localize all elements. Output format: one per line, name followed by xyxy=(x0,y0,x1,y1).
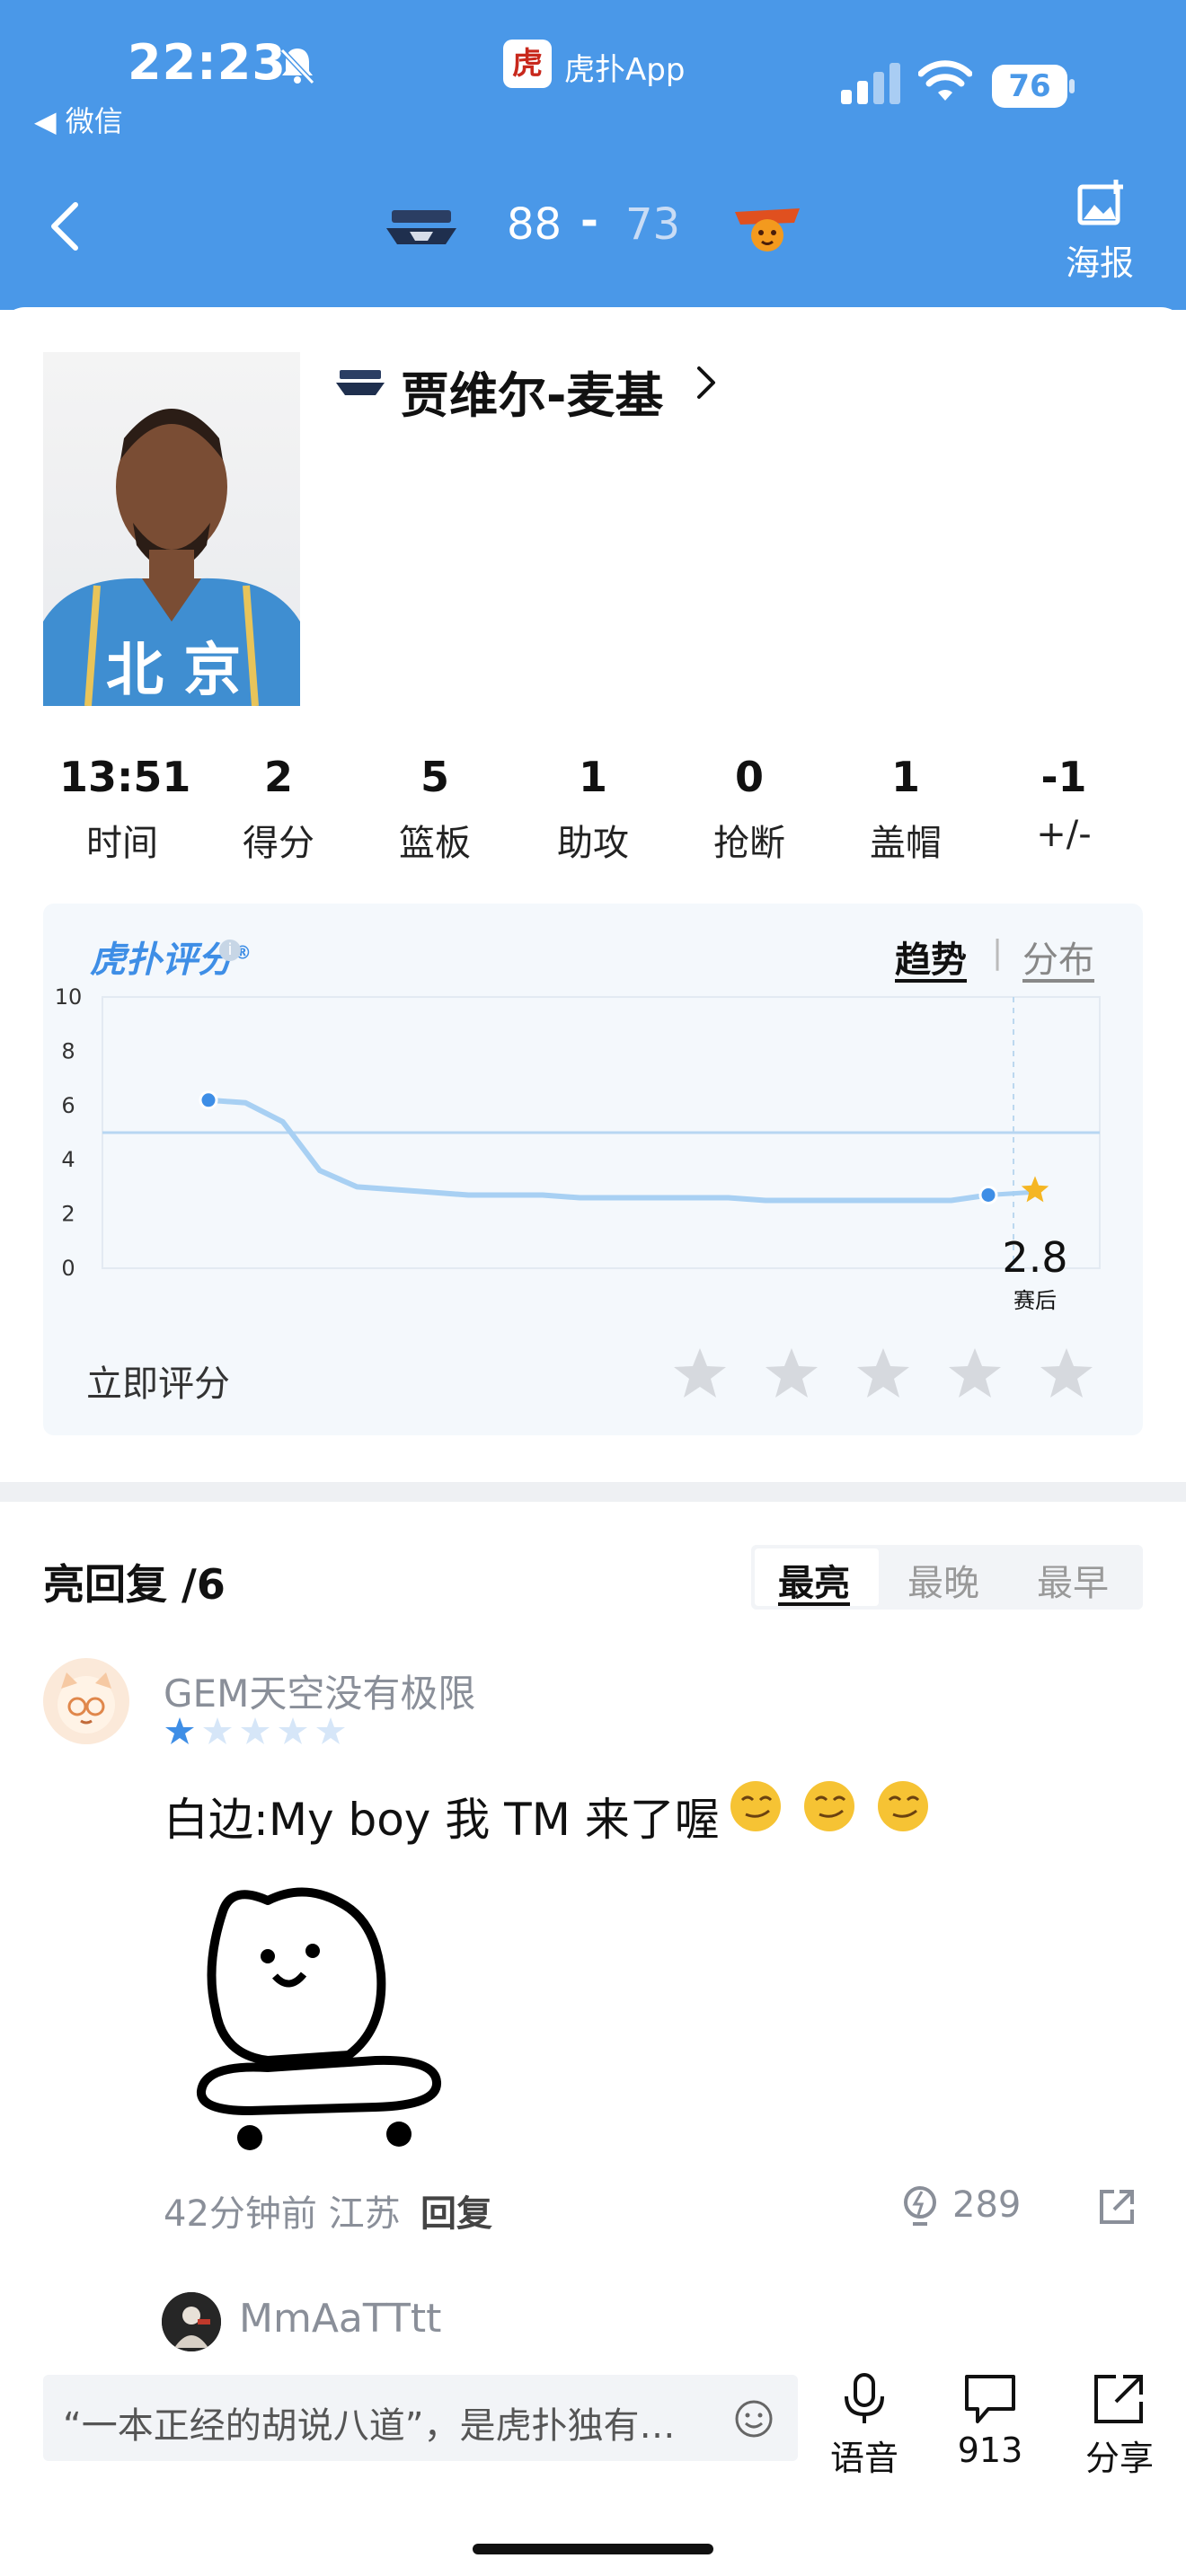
cellular-signal-icon xyxy=(841,63,900,104)
rating-logo-text: 虎扑评分 xyxy=(90,940,234,981)
stat-label: 得分 xyxy=(243,823,314,864)
poster-label[interactable]: 海报 xyxy=(1066,235,1134,285)
stat-label: 抢断 xyxy=(713,823,785,864)
avatar[interactable] xyxy=(43,1658,129,1744)
y-tick-label: 2 xyxy=(61,1202,75,1227)
back-to-wechat[interactable]: ◀ 微信 xyxy=(34,99,123,140)
y-tick-label: 0 xyxy=(61,1256,75,1281)
player-photo[interactable]: 北 京 xyxy=(43,352,300,706)
home-indicator xyxy=(473,2544,713,2554)
trend-line xyxy=(206,1097,991,1204)
stat-steals: 0 抢断 xyxy=(686,753,812,866)
wifi-icon xyxy=(918,60,972,101)
share-icon[interactable] xyxy=(1098,2188,1136,2226)
back-arrow-icon[interactable] xyxy=(47,199,83,253)
status-time: 22:23 xyxy=(128,34,287,91)
final-score-label: 赛后 xyxy=(1013,1288,1057,1313)
smirk-emoji-icon xyxy=(730,1781,781,1831)
comment-count[interactable]: 913 xyxy=(936,2430,1044,2470)
start-point xyxy=(199,1090,218,1110)
smirk-emoji-icon xyxy=(878,1781,928,1831)
info-icon[interactable]: i xyxy=(219,940,241,961)
section-divider xyxy=(0,1482,1186,1502)
away-score: 73 xyxy=(625,199,681,250)
stat-value: 2 xyxy=(263,753,293,801)
home-score: 88 xyxy=(507,199,562,250)
share-label[interactable]: 分享 xyxy=(1066,2430,1173,2480)
stat-plus-minus: -1 +/- xyxy=(1001,753,1127,855)
y-tick-label: 6 xyxy=(61,1093,75,1118)
reply-username[interactable]: GEM天空没有极限 xyxy=(164,1663,475,1718)
stat-label: 时间 xyxy=(86,823,158,864)
hupu-logo-icon: 虎 xyxy=(503,40,552,88)
bell-muted-icon xyxy=(279,48,315,85)
sort-brightest[interactable]: 最亮 xyxy=(778,1554,850,1606)
stat-value: 5 xyxy=(420,753,449,801)
player-team-logo-icon xyxy=(336,370,385,395)
emoji-smile-icon[interactable] xyxy=(733,2398,774,2439)
avatar[interactable] xyxy=(162,2292,221,2351)
tab-separator: | xyxy=(992,934,1004,971)
stat-value: -1 xyxy=(1040,753,1087,801)
battery-icon: 76 xyxy=(992,65,1076,108)
stat-minutes: 13:51 时间 xyxy=(59,753,191,866)
last-point xyxy=(978,1185,998,1204)
rate-star-2-icon[interactable] xyxy=(764,1345,819,1401)
light-bulb-icon[interactable] xyxy=(900,2184,940,2229)
rate-star-5-icon[interactable] xyxy=(1039,1345,1094,1401)
rate-now-label: 立即评分 xyxy=(86,1363,230,1405)
score-dash: - xyxy=(580,196,598,246)
stat-rebounds: 5 篮板 xyxy=(372,753,498,866)
tiger-team-logo-icon xyxy=(735,208,800,251)
comment-input-placeholder[interactable]: “一本正经的胡说八道”，是虎扑独有… xyxy=(63,2396,675,2448)
stat-label: +/- xyxy=(1036,814,1092,855)
reply-username[interactable]: MmAaTTtt xyxy=(239,2296,441,2342)
sort-latest[interactable]: 最晚 xyxy=(907,1554,979,1606)
stat-blocks: 1 盖帽 xyxy=(843,753,969,866)
share-icon[interactable] xyxy=(1091,2371,1148,2427)
stat-label: 助攻 xyxy=(557,823,629,864)
rate-star-3-icon[interactable] xyxy=(855,1345,911,1401)
reply-button[interactable]: 回复 xyxy=(420,2184,492,2236)
y-tick-label: 8 xyxy=(61,1038,75,1063)
comment-bubble-icon[interactable] xyxy=(961,2371,1019,2427)
stat-label: 篮板 xyxy=(399,823,471,864)
reply-meta: 42分钟前 江苏 xyxy=(164,2193,401,2235)
reply-text: 白边:My boy 我 TM 来了喔 xyxy=(164,1794,720,1846)
microphone-icon[interactable] xyxy=(836,2371,893,2427)
rate-star-4-icon[interactable] xyxy=(947,1345,1003,1401)
final-score-star-icon xyxy=(1021,1176,1049,1203)
cat-skateboard-sticker[interactable] xyxy=(169,1875,474,2163)
final-score-value: 2.8 xyxy=(1002,1233,1067,1282)
chevron-right-icon[interactable] xyxy=(694,363,719,402)
battery-level: 76 xyxy=(1008,68,1051,104)
smirk-emoji-icon xyxy=(804,1781,854,1831)
rate-star-1-icon[interactable] xyxy=(672,1345,728,1401)
user-rating-stars xyxy=(165,1717,345,1744)
poster-image-icon[interactable] xyxy=(1076,178,1127,228)
stat-assists: 1 助攻 xyxy=(530,753,656,866)
stat-value: 1 xyxy=(578,753,607,801)
like-count: 289 xyxy=(952,2184,1022,2226)
player-name[interactable]: 贾维尔-麦基 xyxy=(401,356,663,427)
jersey-text: 北 京 xyxy=(106,637,241,704)
voice-label[interactable]: 语音 xyxy=(810,2430,918,2480)
beijing-ducks-logo-icon xyxy=(386,210,456,244)
replies-title: 亮回复 /6 xyxy=(43,1560,226,1609)
tab-distribution[interactable]: 分布 xyxy=(1022,931,1094,983)
app-name: 虎扑App xyxy=(564,52,686,88)
stat-label: 盖帽 xyxy=(870,823,942,864)
rating-trend-chart: 0 2 4 6 8 10 2.8 赛后 xyxy=(55,984,1101,1313)
stat-value: 1 xyxy=(890,753,920,801)
stat-points: 2 得分 xyxy=(216,753,341,866)
y-tick-label: 10 xyxy=(55,984,83,1010)
stat-value: 13:51 xyxy=(59,753,191,801)
tab-trend[interactable]: 趋势 xyxy=(895,931,967,983)
y-tick-label: 4 xyxy=(61,1147,75,1172)
sort-earliest[interactable]: 最早 xyxy=(1037,1554,1109,1606)
stat-value: 0 xyxy=(734,753,764,801)
